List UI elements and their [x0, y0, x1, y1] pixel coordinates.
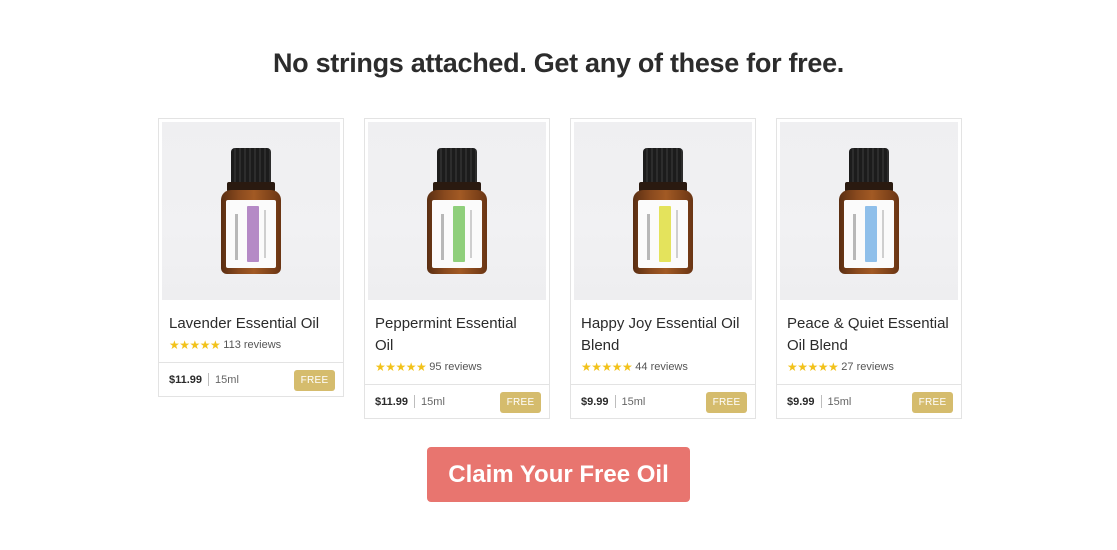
product-footer: $11.99 15ml FREE — [365, 384, 549, 418]
product-card-peppermint[interactable]: Peppermint Essential Oil ★★★★★ 95 review… — [364, 118, 550, 419]
free-badge[interactable]: FREE — [706, 392, 747, 413]
star-rating-icon: ★★★★★ — [787, 360, 839, 374]
product-size: 15ml — [421, 395, 445, 408]
star-rating-icon: ★★★★★ — [581, 360, 633, 374]
divider — [820, 395, 822, 408]
star-rating-icon: ★★★★★ — [375, 360, 427, 374]
free-badge[interactable]: FREE — [500, 392, 541, 413]
product-rating: ★★★★★ 44 reviews — [581, 358, 745, 376]
oil-bottle-icon — [839, 148, 899, 274]
divider — [414, 395, 416, 408]
product-price: $11.99 — [169, 373, 203, 386]
product-price: $9.99 — [581, 395, 609, 408]
product-image[interactable] — [780, 122, 958, 300]
product-rating: ★★★★★ 27 reviews — [787, 358, 951, 376]
divider — [614, 395, 616, 408]
product-footer: $11.99 15ml FREE — [159, 362, 343, 396]
product-price: $11.99 — [375, 395, 409, 408]
product-footer: $9.99 15ml FREE — [571, 384, 755, 418]
page-headline: No strings attached. Get any of these fo… — [272, 48, 845, 78]
oil-bottle-icon — [633, 148, 693, 274]
product-rating: ★★★★★ 95 reviews — [375, 358, 539, 376]
product-name[interactable]: Lavender Essential Oil — [169, 313, 333, 335]
product-rating: ★★★★★ 113 reviews — [169, 336, 333, 354]
product-footer: $9.99 15ml FREE — [777, 384, 961, 418]
product-card-lavender[interactable]: Lavender Essential Oil ★★★★★ 113 reviews… — [158, 118, 344, 397]
review-count[interactable]: 44 reviews — [635, 361, 688, 373]
product-size: 15ml — [621, 395, 646, 408]
product-size: 15ml — [215, 373, 239, 386]
product-name[interactable]: Peace & Quiet Essential Oil Blend — [787, 313, 951, 357]
product-image[interactable] — [574, 122, 752, 300]
product-card-happy-joy[interactable]: Happy Joy Essential Oil Blend ★★★★★ 44 r… — [570, 118, 756, 419]
product-name[interactable]: Peppermint Essential Oil — [375, 313, 539, 357]
product-image[interactable] — [368, 122, 546, 300]
product-price: $9.99 — [787, 395, 815, 408]
free-badge[interactable]: FREE — [294, 370, 335, 391]
product-image[interactable] — [162, 122, 340, 300]
review-count[interactable]: 95 reviews — [429, 361, 482, 373]
product-card-peace-quiet[interactable]: Peace & Quiet Essential Oil Blend ★★★★★ … — [776, 118, 962, 419]
review-count[interactable]: 27 reviews — [841, 361, 894, 373]
divider — [208, 373, 210, 386]
claim-free-oil-button[interactable]: Claim Your Free Oil — [427, 447, 690, 502]
star-rating-icon: ★★★★★ — [169, 338, 221, 352]
free-badge[interactable]: FREE — [912, 392, 953, 413]
product-size: 15ml — [827, 395, 852, 408]
product-name[interactable]: Happy Joy Essential Oil Blend — [581, 313, 745, 357]
oil-bottle-icon — [427, 148, 487, 274]
oil-bottle-icon — [221, 148, 281, 274]
review-count[interactable]: 113 reviews — [223, 339, 281, 351]
